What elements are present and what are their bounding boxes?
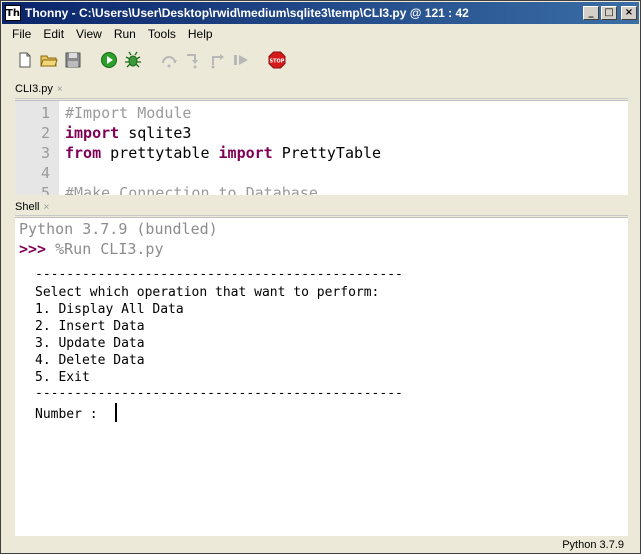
code-text: PrettyTable	[272, 144, 382, 162]
shell-command: %Run CLI3.py	[46, 240, 164, 258]
editor-tab-label: CLI3.py	[15, 83, 53, 95]
menu-view[interactable]: View	[70, 27, 108, 41]
line-number: 3	[40, 144, 50, 162]
debug-icon[interactable]	[124, 51, 142, 69]
code-text: sqlite3	[119, 124, 192, 142]
menu-bar: File Edit View Run Tools Help	[2, 24, 639, 43]
line-number: 5	[40, 184, 50, 195]
shell-tab-label: Shell	[15, 201, 40, 213]
code-line: import sqlite3	[65, 124, 191, 142]
code-editor[interactable]: 1 2 3 4 5 #Import Module import sqlite3 …	[15, 100, 628, 195]
toolbar-separator	[88, 51, 94, 69]
menu-tools[interactable]: Tools	[142, 27, 182, 41]
shell-tab-close-icon[interactable]: ×	[43, 202, 49, 213]
output-line: Select which operation that want to perf…	[35, 285, 380, 300]
menu-run[interactable]: Run	[108, 27, 142, 41]
output-line: 3. Update Data	[35, 336, 145, 351]
menu-file[interactable]: File	[6, 27, 37, 41]
shell-tab-divider	[15, 215, 628, 216]
maximize-button[interactable]: □	[601, 6, 617, 20]
minimize-button[interactable]: _	[583, 6, 599, 20]
step-into-icon[interactable]	[184, 51, 202, 69]
keyword: from	[65, 144, 102, 162]
keyword: import	[65, 124, 120, 142]
resume-icon[interactable]	[232, 51, 250, 69]
code-line: #Make Connection to Database	[65, 184, 318, 195]
window-title: Thonny - C:\Users\User\Desktop\rwid\medi…	[25, 6, 469, 20]
code-line: #Import Module	[65, 104, 191, 122]
code-comment: #Make Connection to Database	[65, 184, 318, 195]
interpreter-status[interactable]: Python 3.7.9	[562, 539, 624, 551]
code-comment: #Import Module	[65, 104, 192, 122]
tab-shell[interactable]: Shell ×	[15, 198, 49, 216]
text-cursor	[115, 403, 117, 422]
editor-tab-close-icon[interactable]: ×	[57, 84, 63, 95]
menu-edit[interactable]: Edit	[37, 27, 70, 41]
output-line: 2. Insert Data	[35, 319, 145, 334]
stop-icon[interactable]: STOP	[268, 51, 286, 69]
status-bar: Python 3.7.9	[2, 536, 639, 553]
shell-command-line: >>> %Run CLI3.py	[19, 240, 164, 258]
app-window: Th Thonny - C:\Users\User\Desktop\rwid\m…	[0, 0, 641, 554]
new-file-icon[interactable]	[16, 51, 34, 69]
toolbar-separator	[148, 51, 154, 69]
close-button[interactable]: ×	[621, 6, 637, 20]
menu-help[interactable]: Help	[182, 27, 219, 41]
svg-text:STOP: STOP	[270, 58, 285, 64]
run-icon[interactable]	[100, 51, 118, 69]
output-line: ----------------------------------------…	[35, 267, 403, 282]
step-over-icon[interactable]	[160, 51, 178, 69]
save-icon[interactable]	[64, 51, 82, 69]
thonny-app-icon[interactable]: Th	[5, 5, 21, 21]
editor-tab-divider	[15, 98, 628, 99]
line-number: 1	[40, 104, 50, 122]
input-prompt: Number :	[35, 407, 106, 422]
open-folder-icon[interactable]	[40, 51, 58, 69]
output-line: 4. Delete Data	[35, 353, 145, 368]
output-line: ----------------------------------------…	[35, 386, 403, 401]
title-bar[interactable]: Th Thonny - C:\Users\User\Desktop\rwid\m…	[2, 2, 639, 24]
code-text: prettytable	[101, 144, 219, 162]
line-number: 2	[40, 124, 50, 142]
toolbar-separator	[256, 51, 262, 69]
step-out-icon[interactable]	[208, 51, 226, 69]
line-number: 4	[40, 164, 50, 182]
toolbar: STOP	[2, 45, 639, 75]
shell-prompt: >>>	[19, 240, 47, 258]
shell-banner: Python 3.7.9 (bundled)	[19, 220, 218, 238]
tab-cli3-py[interactable]: CLI3.py ×	[15, 80, 63, 98]
code-line: from prettytable import PrettyTable	[65, 144, 381, 162]
keyword: import	[218, 144, 273, 162]
output-line: 5. Exit	[35, 370, 90, 385]
shell-console[interactable]: Python 3.7.9 (bundled) >>> %Run CLI3.py …	[15, 217, 628, 536]
output-line: 1. Display All Data	[35, 302, 184, 317]
line-number-gutter: 1 2 3 4 5	[15, 101, 59, 195]
